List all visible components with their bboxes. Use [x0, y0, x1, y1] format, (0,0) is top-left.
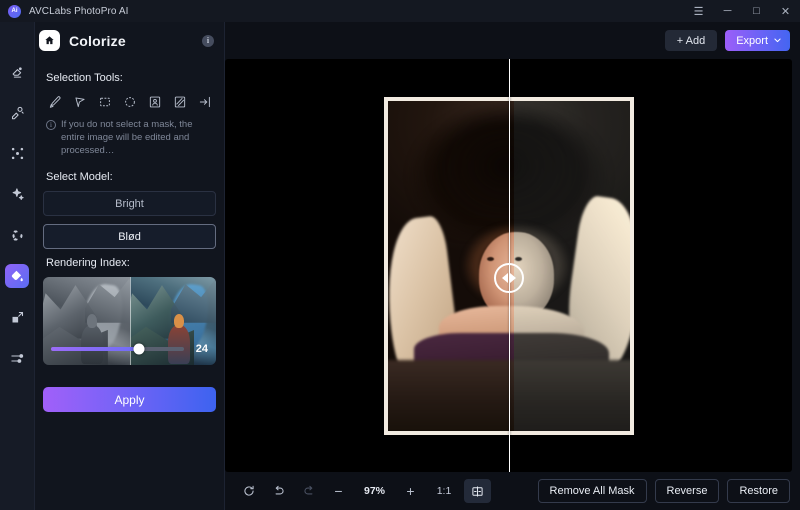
subject-select-tool[interactable] [145, 92, 164, 111]
reset-icon[interactable] [235, 479, 262, 503]
image-canvas[interactable] [225, 59, 792, 472]
selection-tools-label: Selection Tools: [46, 72, 123, 84]
mask-hint: i If you do not select a mask, the entir… [43, 118, 216, 157]
export-label: Export [736, 34, 768, 47]
comparison-handle[interactable] [493, 262, 524, 293]
sidebar-item-object-remove-tool[interactable] [5, 100, 29, 124]
slider-track[interactable] [51, 343, 184, 355]
remove-all-mask-button[interactable]: Remove All Mask [537, 479, 647, 503]
add-button[interactable]: + Add [664, 30, 718, 51]
panel-body: Selection Tools: i If you do not select … [35, 59, 224, 510]
select-model-label: Select Model: [46, 171, 113, 183]
rendering-index-preview: 24 [43, 277, 216, 365]
title-bar: Ai AVCLabs PhotoPro AI ☰ ─ □ ✕ [0, 0, 800, 22]
sidebar-item-background-tool[interactable] [5, 223, 29, 247]
slider-fill [51, 347, 139, 351]
selection-tools-row [43, 92, 216, 111]
home-icon[interactable] [39, 30, 60, 51]
ellipse-select-tool[interactable] [120, 92, 139, 111]
page-title: Colorize [69, 32, 126, 49]
sidebar-item-retouch-tool[interactable] [5, 182, 29, 206]
export-button[interactable]: Export [725, 30, 790, 51]
sidebar-item-enhance-tool[interactable] [5, 141, 29, 165]
close-icon[interactable]: ✕ [771, 0, 800, 22]
zoom-in-button[interactable]: + [397, 479, 424, 503]
restore-button[interactable]: Restore [727, 479, 790, 503]
brush-tool[interactable] [45, 92, 64, 111]
apply-button[interactable]: Apply [43, 387, 216, 412]
maximize-icon[interactable]: □ [742, 0, 771, 22]
sidebar-item-colorize-tool[interactable] [5, 264, 29, 288]
zoom-controls: − 97% + 1:1 [235, 479, 492, 503]
main-header: + Add Export [225, 22, 800, 59]
window-controls: ☰ ─ □ ✕ [684, 0, 800, 22]
tool-rail [0, 22, 35, 510]
redo-icon[interactable] [295, 479, 322, 503]
panel-header: Colorize i [35, 22, 224, 59]
menu-icon[interactable]: ☰ [684, 0, 713, 22]
photo-original-half [513, 96, 634, 435]
arrow-left-icon [501, 272, 508, 283]
hint-info-icon: i [46, 120, 56, 130]
app-window: Ai AVCLabs PhotoPro AI ☰ ─ □ ✕ Colorize … [0, 0, 800, 510]
slider-knob[interactable] [133, 343, 145, 355]
zoom-out-button[interactable]: − [325, 479, 352, 503]
sidebar-item-adjust-tool[interactable] [5, 346, 29, 370]
sidebar-item-eraser-tool[interactable] [5, 59, 29, 83]
undo-icon[interactable] [265, 479, 292, 503]
hint-text: If you do not select a mask, the entire … [61, 119, 193, 156]
main-area: + Add Export − 97% + 1:1 Remove All Mask… [225, 22, 800, 510]
import-mask-tool[interactable] [195, 92, 214, 111]
photo-colorized-half [383, 96, 514, 435]
lasso-pointer-tool[interactable] [70, 92, 89, 111]
body: Colorize i Selection Tools: i If you do … [0, 22, 800, 510]
rectangle-select-tool[interactable] [95, 92, 114, 111]
reverse-button[interactable]: Reverse [654, 479, 720, 503]
info-icon[interactable]: i [202, 34, 214, 47]
rendering-index-slider[interactable]: 24 [51, 343, 208, 355]
app-title: AVCLabs PhotoPro AI [29, 5, 129, 17]
sidebar-item-upscale-tool[interactable] [5, 305, 29, 329]
rendering-index-label: Rendering Index: [46, 257, 130, 269]
compare-icon[interactable] [464, 479, 492, 503]
bottom-toolbar: − 97% + 1:1 Remove All Mask Reverse Rest… [225, 472, 800, 510]
app-logo-icon: Ai [8, 4, 21, 18]
arrow-right-icon [509, 272, 516, 283]
invert-mask-tool[interactable] [170, 92, 189, 111]
minimize-icon[interactable]: ─ [713, 0, 742, 22]
app-logo-text: Ai [11, 8, 18, 14]
chevron-down-icon [774, 38, 781, 43]
actual-size-button[interactable]: 1:1 [427, 485, 461, 497]
zoom-level: 97% [364, 485, 386, 497]
model-option-bright[interactable]: Bright [43, 191, 216, 216]
slider-value: 24 [195, 343, 208, 355]
left-panel: Colorize i Selection Tools: i If you do … [35, 22, 225, 510]
model-option-blod[interactable]: Blød [43, 224, 216, 249]
mask-actions: Remove All Mask Reverse Restore [537, 479, 790, 503]
